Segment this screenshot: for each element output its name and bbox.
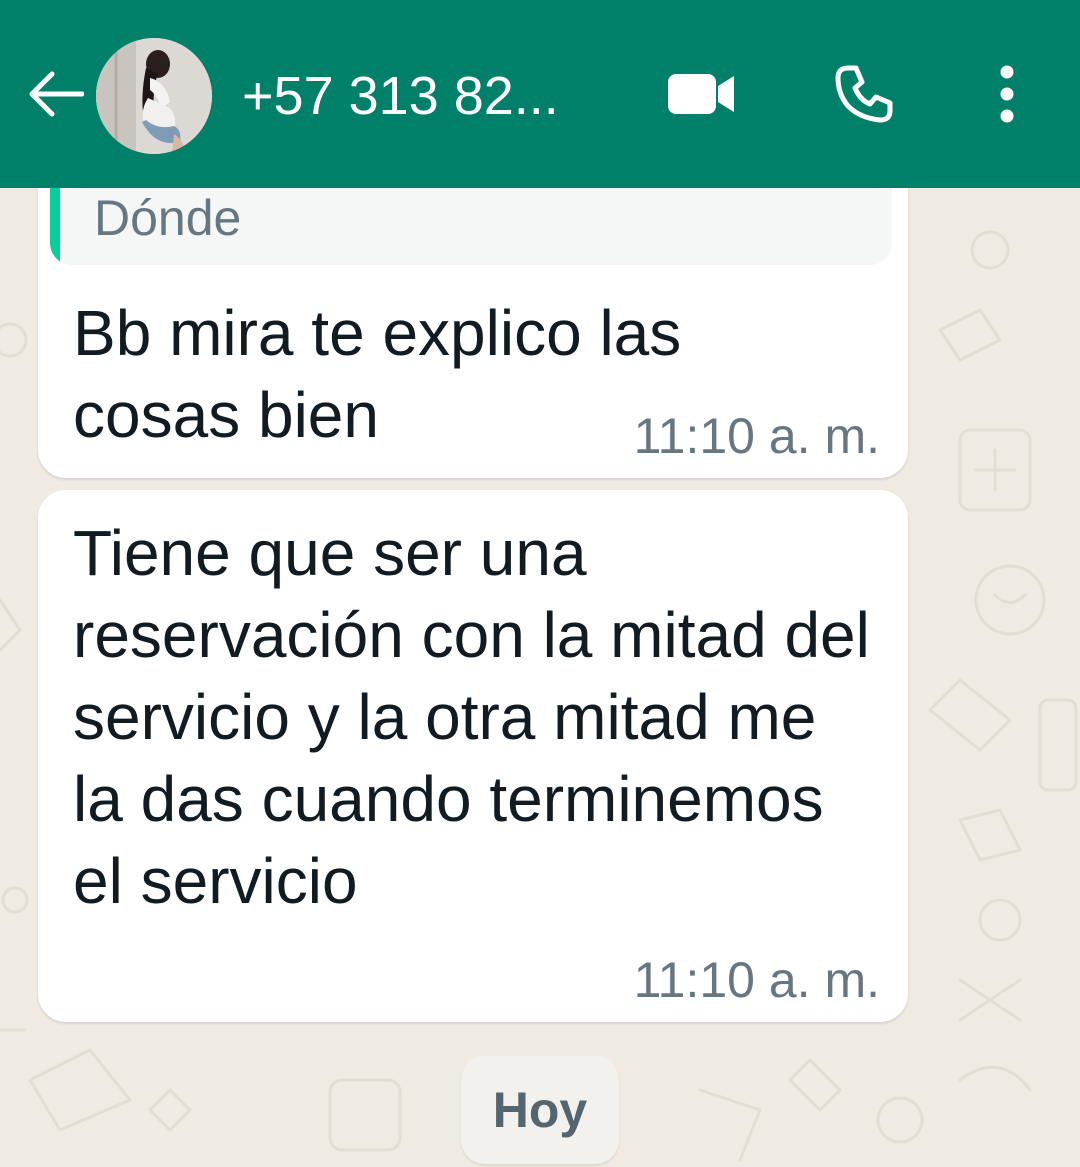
video-camera-icon (666, 70, 736, 123)
message-bubble[interactable]: Dónde Bb mira te explico las cosas bien … (38, 150, 908, 478)
contact-name[interactable]: +57 313 82... (242, 64, 642, 128)
date-divider: Hoy (461, 1056, 619, 1164)
phone-icon (834, 64, 894, 129)
more-vertical-icon (997, 64, 1017, 129)
date-divider-label: Hoy (492, 1082, 588, 1138)
message-bubble[interactable]: Tiene que ser una reservación con la mit… (38, 490, 908, 1022)
video-call-button[interactable] (661, 60, 741, 132)
quoted-message-text: Dónde (94, 190, 242, 246)
avatar[interactable] (96, 38, 212, 154)
message-text: Tiene que ser una reservación con la mit… (73, 517, 870, 917)
voice-call-button[interactable] (824, 60, 904, 132)
message-time: 11:10 a. m. (633, 408, 880, 464)
back-button[interactable] (22, 68, 88, 124)
more-options-button[interactable] (967, 60, 1047, 132)
chat-header: +57 313 82... (0, 0, 1080, 188)
arrow-left-icon (26, 71, 85, 122)
message-time: 11:10 a. m. (633, 952, 880, 1008)
